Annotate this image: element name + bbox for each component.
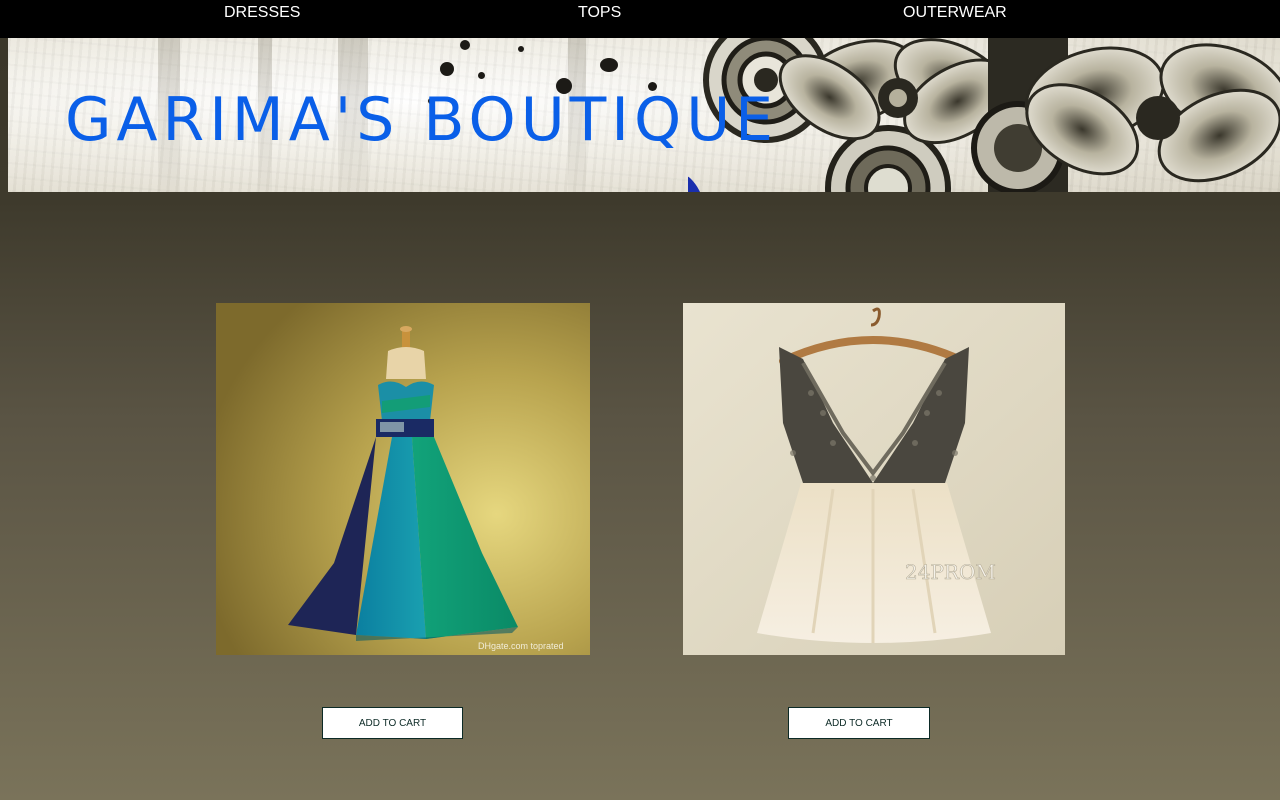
add-to-cart-button[interactable]: ADD TO CART: [322, 707, 463, 739]
banner-ink-splat: [600, 58, 618, 72]
nav-link-tops[interactable]: TOPS: [578, 4, 621, 22]
gown-dress-image: DHgate.com toprated: [216, 303, 590, 655]
lace-dress-watermark: 24PROM: [905, 560, 996, 584]
product-image-lace-dress[interactable]: 24PROM: [683, 303, 1065, 655]
site-title: GARIMA'S BOUTIQUE: [65, 85, 779, 155]
header-banner: GARIMA'S BOUTIQUE: [8, 38, 1280, 192]
top-nav: DRESSES TOPS OUTERWEAR: [0, 0, 1280, 38]
nav-link-dresses[interactable]: DRESSES: [224, 4, 300, 22]
nav-link-outerwear[interactable]: OUTERWEAR: [903, 4, 1007, 22]
lace-dress-image: 24PROM: [683, 303, 1065, 655]
product-image-gown[interactable]: DHgate.com toprated: [216, 303, 590, 655]
banner-ink-splat: [460, 40, 470, 50]
banner-ink-splat: [518, 46, 524, 52]
banner-ink-splat: [478, 72, 485, 79]
gown-watermark: DHgate.com toprated: [478, 641, 564, 651]
add-to-cart-button[interactable]: ADD TO CART: [788, 707, 930, 739]
banner-ink-splat: [440, 62, 454, 76]
